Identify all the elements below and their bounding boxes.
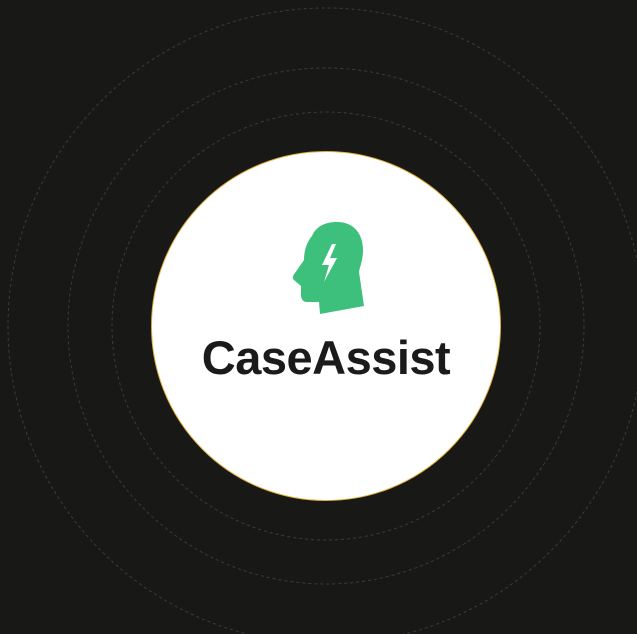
head-lightning-icon (292, 222, 364, 314)
brand-name: CaseAssist (201, 331, 451, 384)
brand-badge: CaseAssist (151, 151, 501, 501)
